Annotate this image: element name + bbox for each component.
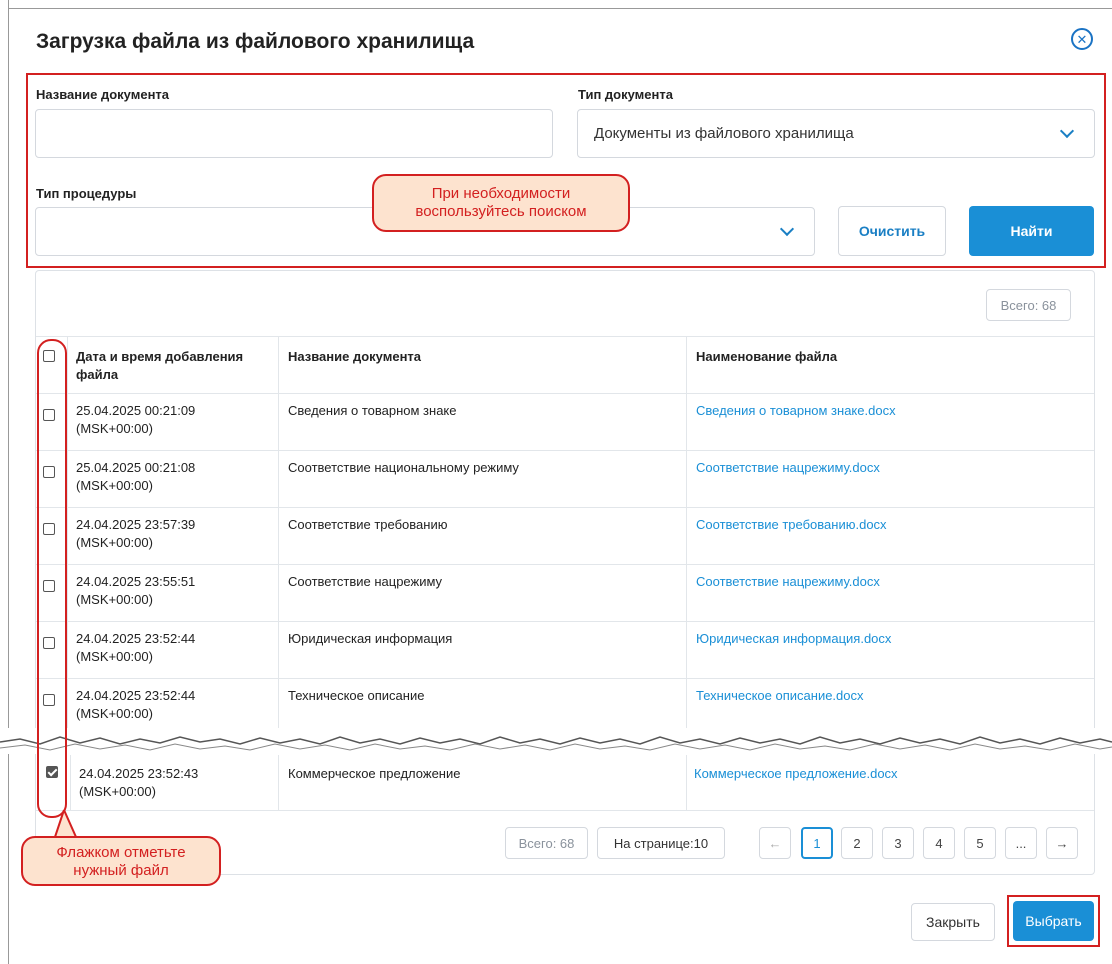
column-header-name: Название документа <box>288 349 422 364</box>
row-timezone: (MSK+00:00) <box>79 784 156 799</box>
clear-button[interactable]: Очистить <box>838 206 946 256</box>
column-header-date: Дата и время добавления файла <box>76 349 244 382</box>
row-timezone: (MSK+00:00) <box>76 478 153 493</box>
table-row[interactable]: 24.04.2025 23:52:44 (MSK+00:00) Техничес… <box>36 678 1094 728</box>
pagination-total: Всего: 68 <box>505 827 588 859</box>
procedure-type-label: Тип процедуры <box>36 186 137 201</box>
row-doc-name: Соответствие нацрежиму <box>288 574 443 589</box>
row-file-link[interactable]: Техническое описание.docx <box>696 687 864 705</box>
column-divider <box>686 336 687 728</box>
search-hint-line: При необходимости <box>431 185 571 202</box>
row-file-link[interactable]: Коммерческое предложение.docx <box>694 765 898 783</box>
row-timezone: (MSK+00:00) <box>76 535 153 550</box>
dialog-border <box>8 0 9 964</box>
row-doc-name: Сведения о товарном знаке <box>288 403 457 418</box>
row-file-link[interactable]: Соответствие требованию.docx <box>696 516 887 534</box>
doc-type-value: Документы из файлового хранилища <box>594 125 854 142</box>
screenshot-tear-divider <box>0 728 1112 754</box>
doc-type-select[interactable]: Документы из файлового хранилища <box>577 109 1095 158</box>
row-timezone: (MSK+00:00) <box>76 592 153 607</box>
checkbox-column-highlight <box>37 339 67 818</box>
table-row[interactable]: 25.04.2025 00:21:09 (MSK+00:00) Сведения… <box>36 393 1094 450</box>
row-date: 24.04.2025 23:55:51 <box>76 574 196 589</box>
table-row[interactable]: 24.04.2025 23:55:51 (MSK+00:00) Соответс… <box>36 564 1094 621</box>
column-divider <box>67 336 68 728</box>
table-row[interactable]: 24.04.2025 23:52:44 (MSK+00:00) Юридичес… <box>36 621 1094 678</box>
table-row[interactable]: 25.04.2025 00:21:08 (MSK+00:00) Соответс… <box>36 450 1094 507</box>
row-doc-name: Соответствие национальному режиму <box>288 460 519 475</box>
chevron-down-icon <box>1059 123 1075 139</box>
row-date: 25.04.2025 00:21:09 <box>76 403 196 418</box>
row-date: 25.04.2025 00:21:08 <box>76 460 196 475</box>
row-timezone: (MSK+00:00) <box>76 421 153 436</box>
dialog-title: Загрузка файла из файлового хранилища <box>36 30 475 53</box>
chevron-down-icon <box>779 221 795 237</box>
table-row[interactable]: 24.04.2025 23:57:39 (MSK+00:00) Соответс… <box>36 507 1094 564</box>
row-date: 24.04.2025 23:52:44 <box>76 688 196 703</box>
prev-page-arrow-icon[interactable]: ← <box>759 827 791 859</box>
row-file-link[interactable]: Юридическая информация.docx <box>696 630 891 648</box>
checkbox-hint-callout: Флажком отметьте нужный файл <box>21 836 221 886</box>
checkbox-hint-line: нужный файл <box>73 862 169 879</box>
table-row[interactable]: 24.04.2025 23:52:43 (MSK+00:00) Коммерче… <box>36 755 1094 811</box>
table-header-row: Дата и время добавления файла Название д… <box>36 336 1094 393</box>
page-button-current[interactable]: 1 <box>801 827 833 859</box>
row-doc-name: Юридическая информация <box>288 631 453 646</box>
page-button[interactable]: 5 <box>964 827 996 859</box>
row-file-link[interactable]: Соответствие нацрежиму.docx <box>696 573 880 591</box>
row-date: 24.04.2025 23:52:44 <box>76 631 196 646</box>
row-doc-name: Соответствие требованию <box>288 517 448 532</box>
row-date: 24.04.2025 23:52:43 <box>79 766 199 781</box>
select-button[interactable]: Выбрать <box>1013 901 1094 941</box>
column-header-file: Наименование файла <box>696 349 838 364</box>
doc-name-label: Название документа <box>36 87 170 102</box>
close-circle-icon[interactable]: ✕ <box>1071 28 1093 50</box>
page-ellipsis-button[interactable]: ... <box>1005 827 1037 859</box>
page-button[interactable]: 4 <box>923 827 955 859</box>
column-divider <box>70 755 71 811</box>
row-file-link[interactable]: Соответствие нацрежиму.docx <box>696 459 880 477</box>
page-button[interactable]: 3 <box>882 827 914 859</box>
column-divider <box>686 755 687 811</box>
dialog-border <box>8 8 1112 9</box>
close-button[interactable]: Закрыть <box>911 903 995 941</box>
row-timezone: (MSK+00:00) <box>76 706 153 721</box>
per-page-select[interactable]: На странице:10 <box>597 827 725 859</box>
file-storage-dialog: Загрузка файла из файлового хранилища ✕ … <box>0 0 1112 964</box>
checkbox-hint-line: Флажком отметьте <box>56 844 186 861</box>
doc-name-input[interactable] <box>35 109 553 158</box>
search-hint-line: воспользуйтесь поиском <box>415 203 587 220</box>
row-date: 24.04.2025 23:57:39 <box>76 517 196 532</box>
column-divider <box>278 336 279 728</box>
doc-type-label: Тип документа <box>578 87 673 102</box>
row-doc-name: Техническое описание <box>288 688 425 703</box>
column-divider <box>278 755 279 811</box>
row-doc-name: Коммерческое предложение <box>288 766 461 781</box>
total-badge: Всего: 68 <box>986 289 1071 321</box>
row-file-link[interactable]: Сведения о товарном знаке.docx <box>696 402 896 420</box>
row-timezone: (MSK+00:00) <box>76 649 153 664</box>
next-page-arrow-icon[interactable]: → <box>1046 827 1078 859</box>
search-hint-callout: При необходимости воспользуйтесь поиском <box>372 174 630 232</box>
find-button[interactable]: Найти <box>969 206 1094 256</box>
page-button[interactable]: 2 <box>841 827 873 859</box>
